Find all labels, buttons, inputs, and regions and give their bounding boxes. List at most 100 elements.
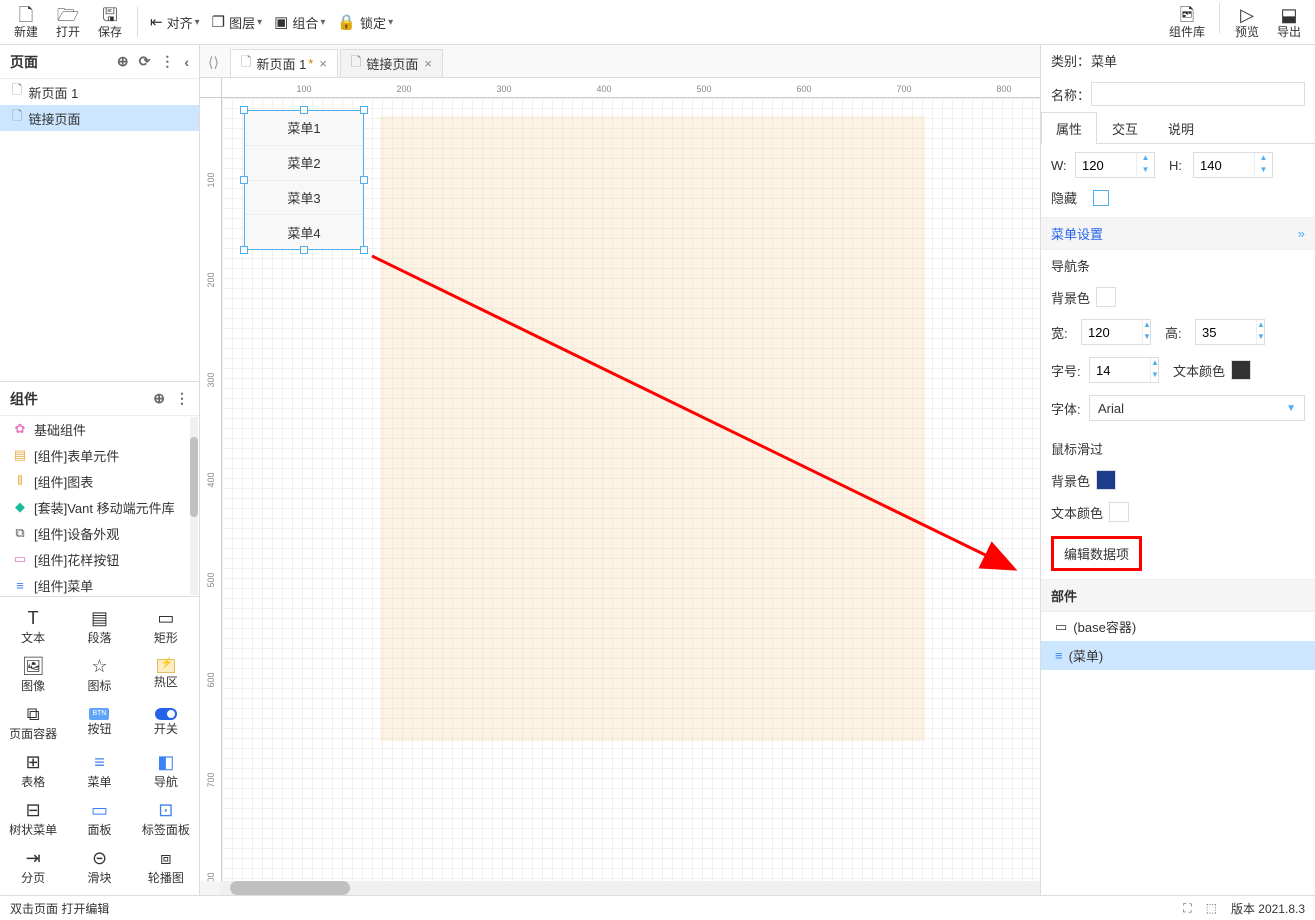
component-滑块[interactable]: ⊝滑块: [66, 842, 132, 890]
component-标签面板[interactable]: ⊡标签面板: [133, 794, 199, 842]
spin-down-icon[interactable]: ▼: [1255, 165, 1272, 177]
text-color-swatch[interactable]: [1231, 360, 1251, 380]
component-菜单[interactable]: ≡菜单: [66, 746, 132, 794]
component-library-item[interactable]: ▭[组件]花样按钮: [0, 546, 199, 572]
component-library-item[interactable]: ✿基础组件: [0, 416, 199, 442]
more-icon[interactable]: ⋮: [160, 53, 174, 70]
add-component-icon[interactable]: ⊕: [153, 390, 165, 407]
page-item[interactable]: 🗋链接页面: [0, 105, 199, 131]
tab-interaction[interactable]: 交互: [1097, 112, 1153, 144]
selected-menu-widget[interactable]: 菜单1菜单2菜单3菜单4: [244, 110, 364, 250]
lock-dropdown[interactable]: 🔒锁定▾: [331, 13, 399, 32]
add-page-icon[interactable]: ⊕: [117, 53, 129, 70]
component-library-item[interactable]: ▤[组件]表单元件: [0, 442, 199, 468]
component-矩形[interactable]: ▭矩形: [133, 602, 199, 650]
component-library-list: ✿基础组件▤[组件]表单元件⫴[组件]图表◆[套装]Vant 移动端元件库⧉[组…: [0, 416, 199, 596]
tab-properties[interactable]: 属性: [1041, 112, 1097, 144]
component-导航[interactable]: ◧导航: [133, 746, 199, 794]
font-size-input[interactable]: ▲▼: [1089, 357, 1159, 383]
cursor-icon[interactable]: ⬚: [1206, 901, 1217, 915]
menu-item[interactable]: 菜单4: [245, 215, 363, 249]
export-button[interactable]: ⬓导出: [1268, 3, 1310, 41]
resize-handle[interactable]: [240, 246, 248, 254]
document-tab[interactable]: 🗋新页面 1*×: [230, 49, 338, 77]
component-library-item[interactable]: ≡[组件]菜单: [0, 572, 199, 596]
hotzone-icon: [157, 659, 175, 673]
group-dropdown[interactable]: ▣组合▾: [268, 13, 331, 32]
close-tab-icon[interactable]: ×: [319, 56, 327, 71]
refresh-icon[interactable]: ⟳: [139, 53, 151, 70]
height-input[interactable]: ▲▼: [1193, 152, 1273, 178]
component-面板[interactable]: ▭面板: [66, 794, 132, 842]
canvas-stage[interactable]: 菜单1菜单2菜单3菜单4: [222, 98, 1040, 881]
component-树状菜单[interactable]: ⊟树状菜单: [0, 794, 66, 842]
resize-handle[interactable]: [360, 246, 368, 254]
component-图像[interactable]: 🖼图像: [0, 650, 66, 698]
fullscreen-icon[interactable]: ⛶: [1183, 901, 1191, 916]
component-轮播图[interactable]: ⧈轮播图: [133, 842, 199, 890]
resize-handle[interactable]: [240, 176, 248, 184]
scrollbar-horizontal[interactable]: [220, 881, 1040, 895]
library-button[interactable]: 🖻组件库: [1161, 3, 1213, 41]
name-input[interactable]: [1091, 82, 1305, 106]
font-select[interactable]: Arial▼: [1089, 395, 1305, 421]
save-button[interactable]: 🖫保存: [89, 3, 131, 41]
nav-height-input[interactable]: ▲▼: [1195, 319, 1265, 345]
component-icon: ⊞: [26, 751, 41, 773]
edit-data-items-button[interactable]: 编辑数据项: [1051, 536, 1142, 571]
component-段落[interactable]: ▤段落: [66, 602, 132, 650]
tabs-scroll-icon[interactable]: ⟨⟩: [208, 54, 219, 71]
hover-text-color-swatch[interactable]: [1109, 502, 1129, 522]
document-tab[interactable]: 🗋链接页面×: [340, 49, 443, 77]
hover-bg-swatch[interactable]: [1096, 470, 1116, 490]
component-图标[interactable]: ☆图标: [66, 650, 132, 698]
resize-handle[interactable]: [360, 176, 368, 184]
resize-handle[interactable]: [300, 106, 308, 114]
component-按钮[interactable]: BTN按钮: [66, 698, 132, 746]
menu-settings-header[interactable]: 菜单设置»: [1041, 217, 1315, 250]
components-panel-head: 组件 ⊕ ⋮: [0, 382, 199, 416]
component-icon: ⧈: [160, 847, 171, 869]
component-library-item[interactable]: ⫴[组件]图表: [0, 468, 199, 494]
pages-title: 页面: [10, 52, 38, 72]
component-热区[interactable]: 热区: [133, 650, 199, 698]
spin-down-icon[interactable]: ▼: [1137, 165, 1154, 177]
open-button[interactable]: 🗁打开: [47, 3, 89, 41]
component-开关[interactable]: 开关: [133, 698, 199, 746]
collapse-icon[interactable]: ‹: [184, 54, 189, 70]
component-分页[interactable]: ⇥分页: [0, 842, 66, 890]
component-表格[interactable]: ⊞表格: [0, 746, 66, 794]
width-input[interactable]: ▲▼: [1075, 152, 1155, 178]
top-toolbar: 🗋新建 🗁打开 🖫保存 ⇤对齐▾ ❐图层▾ ▣组合▾ 🔒锁定▾ 🖻组件库 ▷预览…: [0, 0, 1315, 45]
spin-up-icon[interactable]: ▲: [1255, 153, 1272, 165]
resize-handle[interactable]: [240, 106, 248, 114]
spin-up-icon[interactable]: ▲: [1137, 153, 1154, 165]
component-library-item[interactable]: ◆[套装]Vant 移动端元件库: [0, 494, 199, 520]
library-icon: ✿: [12, 421, 28, 437]
resize-handle[interactable]: [360, 106, 368, 114]
new-button[interactable]: 🗋新建: [5, 3, 47, 41]
component-library-item[interactable]: ⧉[组件]设备外观: [0, 520, 199, 546]
preview-button[interactable]: ▷预览: [1226, 3, 1268, 41]
part-item[interactable]: ≡(菜单): [1041, 641, 1315, 670]
layer-dropdown[interactable]: ❐图层▾: [206, 13, 269, 32]
align-dropdown[interactable]: ⇤对齐▾: [144, 13, 206, 32]
bg-color-swatch[interactable]: [1096, 287, 1116, 307]
menu-item[interactable]: 菜单2: [245, 146, 363, 181]
more-icon[interactable]: ⋮: [175, 390, 189, 407]
artboard: [380, 116, 925, 741]
menu-item[interactable]: 菜单1: [245, 111, 363, 146]
chevron-down-icon: ▾: [257, 17, 262, 28]
component-文本[interactable]: T文本: [0, 602, 66, 650]
tab-description[interactable]: 说明: [1153, 112, 1209, 144]
hide-checkbox[interactable]: [1093, 190, 1109, 206]
menu-item[interactable]: 菜单3: [245, 181, 363, 216]
page-item[interactable]: 🗋新页面 1: [0, 79, 199, 105]
nav-width-input[interactable]: ▲▼: [1081, 319, 1151, 345]
component-页面容器[interactable]: ⧉页面容器: [0, 698, 66, 746]
close-tab-icon[interactable]: ×: [424, 56, 432, 71]
part-item[interactable]: ▭(base容器): [1041, 612, 1315, 641]
hover-text-color-label: 文本颜色: [1051, 503, 1103, 522]
scrollbar[interactable]: [190, 417, 198, 595]
resize-handle[interactable]: [300, 246, 308, 254]
